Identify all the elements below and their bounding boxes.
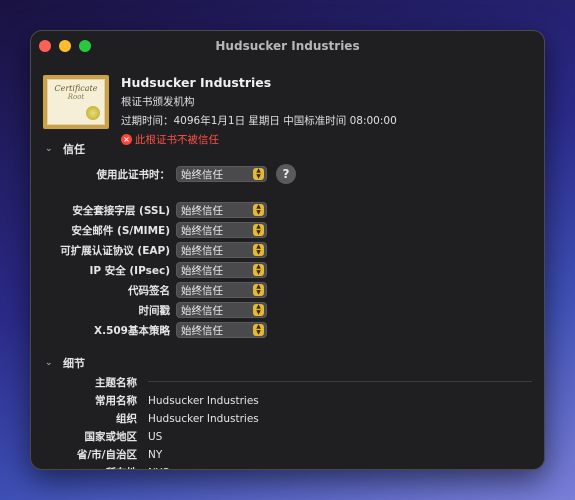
detail-key: 省/市/自治区 [76,449,137,461]
use-certificate-row: 使用此证书时： 始终信任 ▲ ▼ ? [31,164,296,184]
trust-policy-row: 可扩展认证协议 (EAP) 始终信任 ▲ ▼ [31,242,267,258]
certificate-name: Hudsucker Industries [121,75,272,90]
title-bar: Hudsucker Industries [31,31,544,61]
detail-value: Hudsucker Industries [148,412,259,425]
use-certificate-label: 使用此证书时： [96,168,171,181]
chevron-down-icon: ⌄ [45,358,53,368]
popup-stepper-icon: ▲ ▼ [253,324,264,336]
help-button[interactable]: ? [276,164,296,184]
popup-value: 始终信任 [181,168,223,181]
popup-value: 始终信任 [181,284,223,297]
trust-policy-row: X.509基本策略 始终信任 ▲ ▼ [31,322,267,338]
popup-stepper-icon: ▲ ▼ [253,224,264,236]
error-icon: × [121,134,132,145]
use-certificate-popup[interactable]: 始终信任 ▲ ▼ [176,166,267,182]
issuer-type: 根证书颁发机构 [121,96,195,108]
trust-policy-popup[interactable]: 始终信任 ▲ ▼ [176,242,267,258]
detail-key: 所在地 [31,465,138,469]
detail-value: NY [148,448,163,461]
trust-policy-row: 安全套接字层 (SSL) 始终信任 ▲ ▼ [31,202,267,218]
seal-icon [86,106,100,120]
trust-policy-popup[interactable]: 始终信任 ▲ ▼ [176,262,267,278]
trust-policy-popup[interactable]: 始终信任 ▲ ▼ [176,282,267,298]
popup-value: 始终信任 [181,324,223,337]
detail-value: US [148,430,163,443]
popup-stepper-icon: ▲ ▼ [253,264,264,276]
trust-warning: × 此根证书不被信任 [121,132,397,147]
popup-value: 始终信任 [181,244,223,257]
popup-value: 始终信任 [181,224,223,237]
trust-policy-popup[interactable]: 始终信任 ▲ ▼ [176,302,267,318]
certificate-icon-subword: Root [67,93,85,101]
window-title: Hudsucker Industries [215,39,360,53]
detail-value: NYC [148,467,169,470]
subject-divider [148,381,532,382]
detail-row: 常用名称 Hudsucker Industries [31,393,259,408]
subject-name-heading: 主题名称 [31,375,137,390]
trust-policy-row: IP 安全 (IPsec) 始终信任 ▲ ▼ [31,262,267,278]
trust-policy-label: IP 安全 (IPsec) [89,264,170,277]
popup-stepper-icon: ▲ ▼ [253,168,264,180]
trust-policy-row: 时间戳 始终信任 ▲ ▼ [31,302,267,318]
details-section-toggle[interactable]: ⌄ 细节 [45,355,85,371]
detail-row: 省/市/自治区 NY [31,447,162,462]
trust-section-toggle[interactable]: ⌄ 信任 [45,141,85,157]
detail-key: 组织 [116,413,137,425]
popup-value: 始终信任 [181,304,223,317]
detail-row: 国家或地区 US [31,429,163,444]
trust-policy-label: 可扩展认证协议 (EAP) [60,244,170,257]
trust-policy-label: 时间戳 [138,304,171,317]
detail-key: 国家或地区 [84,431,138,443]
details-section-label: 细节 [63,357,85,370]
certificate-icon-word: Certificate [54,84,98,93]
detail-row: 组织 Hudsucker Industries [31,411,259,426]
trust-policy-label: X.509基本策略 [93,324,170,337]
trust-policy-label: 安全套接字层 (SSL) [72,204,170,217]
chevron-down-icon: ⌄ [45,144,53,154]
trust-policy-popup[interactable]: 始终信任 ▲ ▼ [176,222,267,238]
trust-warning-text: 此根证书不被信任 [135,134,219,146]
certificate-icon: Certificate Root [43,75,109,129]
trust-policy-label: 代码签名 [128,284,170,297]
popup-stepper-icon: ▲ ▼ [253,204,264,216]
popup-value: 始终信任 [181,204,223,217]
popup-stepper-icon: ▲ ▼ [253,304,264,316]
popup-stepper-icon: ▲ ▼ [253,244,264,256]
trust-policy-popup[interactable]: 始终信任 ▲ ▼ [176,322,267,338]
trust-policy-popup[interactable]: 始终信任 ▲ ▼ [176,202,267,218]
detail-row: 所在地 NYC [31,465,170,470]
trust-policy-row: 代码签名 始终信任 ▲ ▼ [31,282,267,298]
trust-policy-label: 安全邮件 (S/MIME) [71,224,170,237]
popup-value: 始终信任 [181,264,223,277]
expiry-date: 过期时间：4096年1月1日 星期日 中国标准时间 08:00:00 [121,115,397,127]
detail-value: Hudsucker Industries [148,394,259,407]
certificate-header: Certificate Root Hudsucker Industries 根证… [43,75,397,147]
trust-section-label: 信任 [63,143,85,156]
certificate-window: Hudsucker Industries Certificate Root Hu… [30,30,545,470]
subject-name-label: 主题名称 [95,377,137,389]
popup-stepper-icon: ▲ ▼ [253,284,264,296]
detail-key: 常用名称 [95,395,137,407]
trust-policy-row: 安全邮件 (S/MIME) 始终信任 ▲ ▼ [31,222,267,238]
